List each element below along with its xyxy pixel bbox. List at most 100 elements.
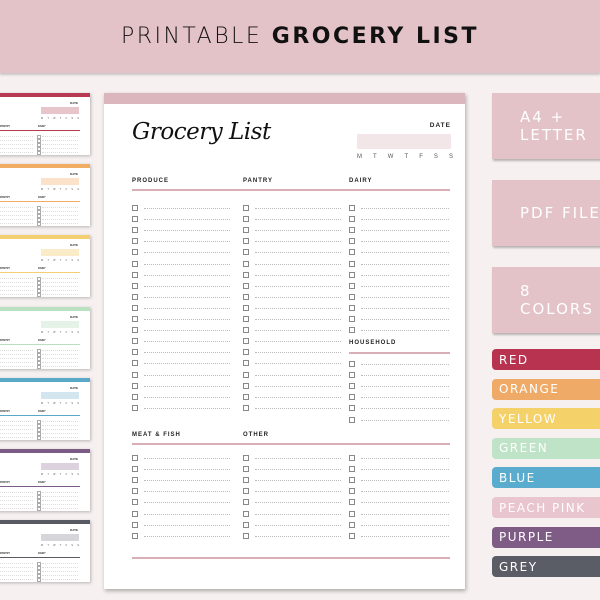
write-line[interactable]	[255, 407, 341, 409]
checkbox[interactable]	[349, 477, 355, 484]
checkbox[interactable]	[132, 227, 138, 234]
write-line[interactable]	[255, 208, 341, 209]
color-option-orange[interactable]: ORANGE	[492, 378, 600, 400]
write-line[interactable]	[255, 341, 341, 343]
write-line[interactable]	[255, 219, 341, 221]
write-line[interactable]	[361, 480, 449, 482]
checkbox[interactable]	[132, 488, 138, 495]
checkbox[interactable]	[349, 205, 355, 211]
checkbox[interactable]	[243, 521, 249, 528]
write-line[interactable]	[144, 208, 230, 209]
write-line[interactable]	[144, 513, 230, 515]
thumbnail-yellow[interactable]: DATE M T W T F S S PANTRY DAIRY	[0, 235, 90, 297]
write-line[interactable]	[255, 230, 341, 232]
checkbox[interactable]	[243, 455, 249, 461]
write-line[interactable]	[255, 385, 341, 387]
weekday-tue[interactable]: T	[373, 154, 377, 160]
write-line[interactable]	[361, 458, 449, 459]
checkbox[interactable]	[243, 393, 249, 400]
checkbox[interactable]	[132, 382, 138, 389]
color-option-peach-pink[interactable]: PEACH PINK	[492, 497, 600, 518]
write-line[interactable]	[144, 385, 230, 387]
checkbox[interactable]	[132, 216, 138, 223]
write-line[interactable]	[361, 330, 449, 332]
checkbox[interactable]	[132, 477, 138, 484]
thumbnail-blue[interactable]: DATE M T W T F S S PANTRY DAIRY	[0, 378, 90, 440]
checkbox[interactable]	[349, 271, 355, 278]
write-line[interactable]	[255, 524, 341, 526]
write-line[interactable]	[361, 241, 449, 243]
checkbox[interactable]	[349, 216, 355, 223]
checkbox[interactable]	[349, 282, 355, 289]
checkbox[interactable]	[243, 499, 249, 506]
write-line[interactable]	[361, 513, 449, 515]
color-option-grey[interactable]: GREY	[492, 556, 600, 578]
write-line[interactable]	[144, 319, 230, 320]
write-line[interactable]	[144, 524, 230, 526]
checkbox[interactable]	[243, 282, 249, 289]
write-line[interactable]	[361, 219, 449, 221]
checkbox[interactable]	[132, 338, 138, 345]
checkbox[interactable]	[243, 316, 249, 322]
checkbox[interactable]	[349, 372, 355, 379]
write-line[interactable]	[144, 230, 230, 232]
checkbox[interactable]	[243, 466, 249, 473]
write-line[interactable]	[361, 491, 449, 493]
checkbox[interactable]	[132, 393, 138, 400]
checkbox[interactable]	[243, 532, 249, 539]
write-line[interactable]	[144, 330, 230, 332]
write-line[interactable]	[255, 458, 341, 459]
thumbnail-green[interactable]: DATE M T W T F S S PANTRY DAIRY	[0, 307, 90, 369]
checkbox[interactable]	[349, 293, 355, 300]
checkbox[interactable]	[243, 349, 249, 356]
checkbox[interactable]	[132, 371, 138, 378]
write-line[interactable]	[361, 296, 449, 298]
write-line[interactable]	[255, 469, 341, 471]
checkbox[interactable]	[349, 394, 355, 401]
checkbox[interactable]	[132, 238, 138, 245]
write-line[interactable]	[144, 469, 230, 471]
checkbox[interactable]	[132, 455, 138, 461]
write-line[interactable]	[255, 285, 341, 287]
weekday-sat[interactable]: S	[434, 154, 438, 160]
checkbox[interactable]	[243, 216, 249, 223]
checkbox[interactable]	[243, 293, 249, 300]
write-line[interactable]	[144, 491, 230, 493]
write-line[interactable]	[255, 296, 341, 298]
checkbox[interactable]	[349, 361, 355, 367]
checkbox[interactable]	[132, 327, 138, 334]
checkbox[interactable]	[132, 466, 138, 473]
checkbox[interactable]	[349, 260, 355, 267]
weekday-thu[interactable]: T	[404, 154, 408, 160]
checkbox[interactable]	[243, 260, 249, 267]
write-line[interactable]	[361, 524, 449, 526]
write-line[interactable]	[255, 263, 341, 265]
write-line[interactable]	[361, 230, 449, 232]
color-option-purple[interactable]: PURPLE	[492, 526, 600, 548]
checkbox[interactable]	[132, 260, 138, 267]
weekday-wed[interactable]: W	[388, 154, 394, 160]
write-line[interactable]	[144, 219, 230, 221]
write-line[interactable]	[255, 274, 341, 276]
checkbox[interactable]	[132, 293, 138, 300]
checkbox[interactable]	[243, 382, 249, 389]
checkbox[interactable]	[349, 383, 355, 390]
checkbox[interactable]	[132, 304, 138, 311]
write-line[interactable]	[144, 241, 230, 243]
weekday-mon[interactable]: M	[357, 154, 362, 160]
checkbox[interactable]	[243, 338, 249, 345]
write-line[interactable]	[361, 208, 449, 209]
checkbox[interactable]	[349, 327, 355, 334]
thumbnail-grey[interactable]: DATE M T W T F S S PANTRY DAIRY	[0, 520, 90, 582]
checkbox[interactable]	[349, 249, 355, 256]
checkbox[interactable]	[349, 521, 355, 528]
write-line[interactable]	[255, 396, 341, 398]
write-line[interactable]	[144, 502, 230, 504]
checkbox[interactable]	[132, 510, 138, 517]
checkbox[interactable]	[349, 316, 355, 322]
checkbox[interactable]	[132, 205, 138, 211]
checkbox[interactable]	[349, 304, 355, 311]
checkbox[interactable]	[132, 316, 138, 322]
write-line[interactable]	[255, 513, 341, 515]
checkbox[interactable]	[243, 488, 249, 495]
